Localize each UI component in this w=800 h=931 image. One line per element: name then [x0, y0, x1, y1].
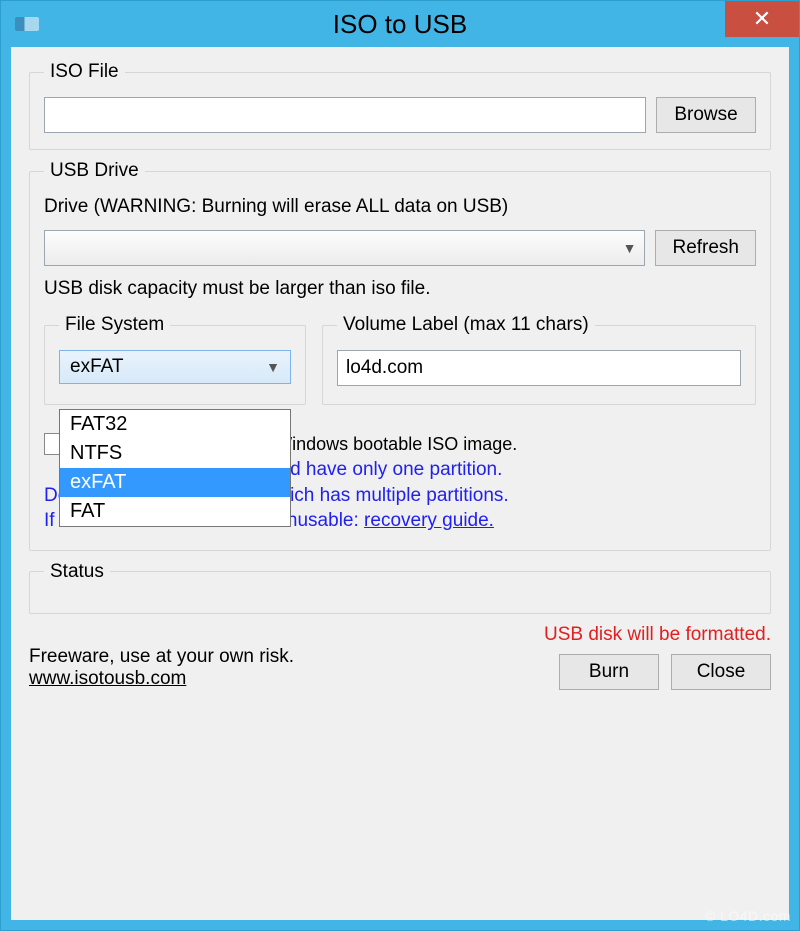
- website-link[interactable]: www.isotousb.com: [29, 668, 294, 690]
- titlebar[interactable]: ISO to USB ✕: [1, 1, 799, 47]
- file-system-group: File System exFAT ▼ FAT32 NTFS exFAT FAT: [44, 314, 306, 405]
- drive-warning-label: Drive (WARNING: Burning will erase ALL d…: [44, 196, 756, 218]
- watermark: © LO4D.com: [705, 908, 791, 924]
- close-window-button[interactable]: ✕: [725, 1, 799, 37]
- iso-file-group: ISO File Browse: [29, 61, 771, 150]
- freeware-text: Freeware, use at your own risk.: [29, 646, 294, 668]
- drive-select[interactable]: ▼: [44, 230, 645, 266]
- close-button[interactable]: Close: [671, 654, 771, 690]
- status-group: Status: [29, 561, 771, 614]
- file-system-legend: File System: [59, 314, 170, 336]
- file-system-value: exFAT: [70, 356, 124, 378]
- format-warning: USB disk will be formatted.: [544, 624, 771, 646]
- browse-button[interactable]: Browse: [656, 97, 756, 133]
- usb-drive-group: USB Drive Drive (WARNING: Burning will e…: [29, 160, 771, 551]
- chevron-down-icon: ▼: [623, 240, 637, 256]
- fs-option-exfat[interactable]: exFAT: [60, 468, 290, 497]
- close-icon: ✕: [753, 6, 771, 32]
- volume-label-group: Volume Label (max 11 chars): [322, 314, 756, 405]
- app-window: ISO to USB ✕ ISO File Browse USB Drive D…: [0, 0, 800, 931]
- window-title: ISO to USB: [1, 9, 799, 40]
- status-legend: Status: [44, 561, 110, 583]
- footer-left: Freeware, use at your own risk. www.isot…: [29, 646, 294, 690]
- burn-button[interactable]: Burn: [559, 654, 659, 690]
- iso-file-legend: ISO File: [44, 61, 125, 83]
- chevron-down-icon: ▼: [266, 359, 280, 375]
- usb-drive-legend: USB Drive: [44, 160, 145, 182]
- iso-path-input[interactable]: [44, 97, 646, 133]
- volume-label-input[interactable]: [337, 350, 741, 386]
- refresh-button[interactable]: Refresh: [655, 230, 756, 266]
- file-system-dropdown: FAT32 NTFS exFAT FAT: [59, 409, 291, 527]
- file-system-select[interactable]: exFAT ▼: [59, 350, 291, 384]
- client-area: ISO File Browse USB Drive Drive (WARNING…: [11, 47, 789, 920]
- fs-option-fat32[interactable]: FAT32: [60, 410, 290, 439]
- recovery-guide-link[interactable]: recovery guide.: [364, 510, 494, 531]
- fs-option-ntfs[interactable]: NTFS: [60, 439, 290, 468]
- capacity-note: USB disk capacity must be larger than is…: [44, 278, 756, 300]
- fs-option-fat[interactable]: FAT: [60, 497, 290, 526]
- volume-label-legend: Volume Label (max 11 chars): [337, 314, 595, 336]
